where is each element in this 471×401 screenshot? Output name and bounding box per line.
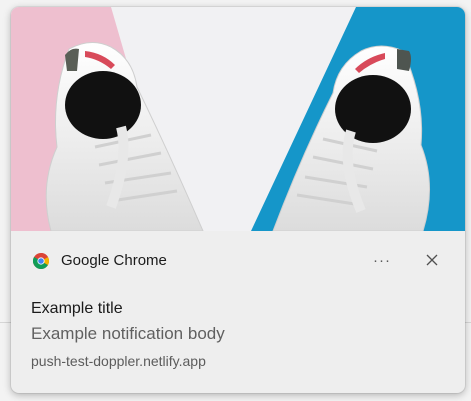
more-icon: ··· (373, 251, 391, 269)
more-options-button[interactable]: ··· (367, 245, 397, 275)
hero-sneakers-illustration (11, 7, 465, 231)
chrome-icon (32, 253, 50, 270)
notification-origin: push-test-doppler.netlify.app (31, 353, 206, 369)
hero-image[interactable] (11, 7, 465, 231)
notification-body: Example notification body (31, 324, 225, 343)
notification-header: Google Chrome ··· (11, 231, 465, 289)
notification-toast[interactable]: Google Chrome ··· Example title Example … (11, 7, 465, 393)
close-button[interactable] (417, 245, 447, 275)
app-name: Google Chrome (61, 252, 167, 269)
notification-title: Example title (31, 300, 123, 317)
close-icon (426, 254, 438, 266)
